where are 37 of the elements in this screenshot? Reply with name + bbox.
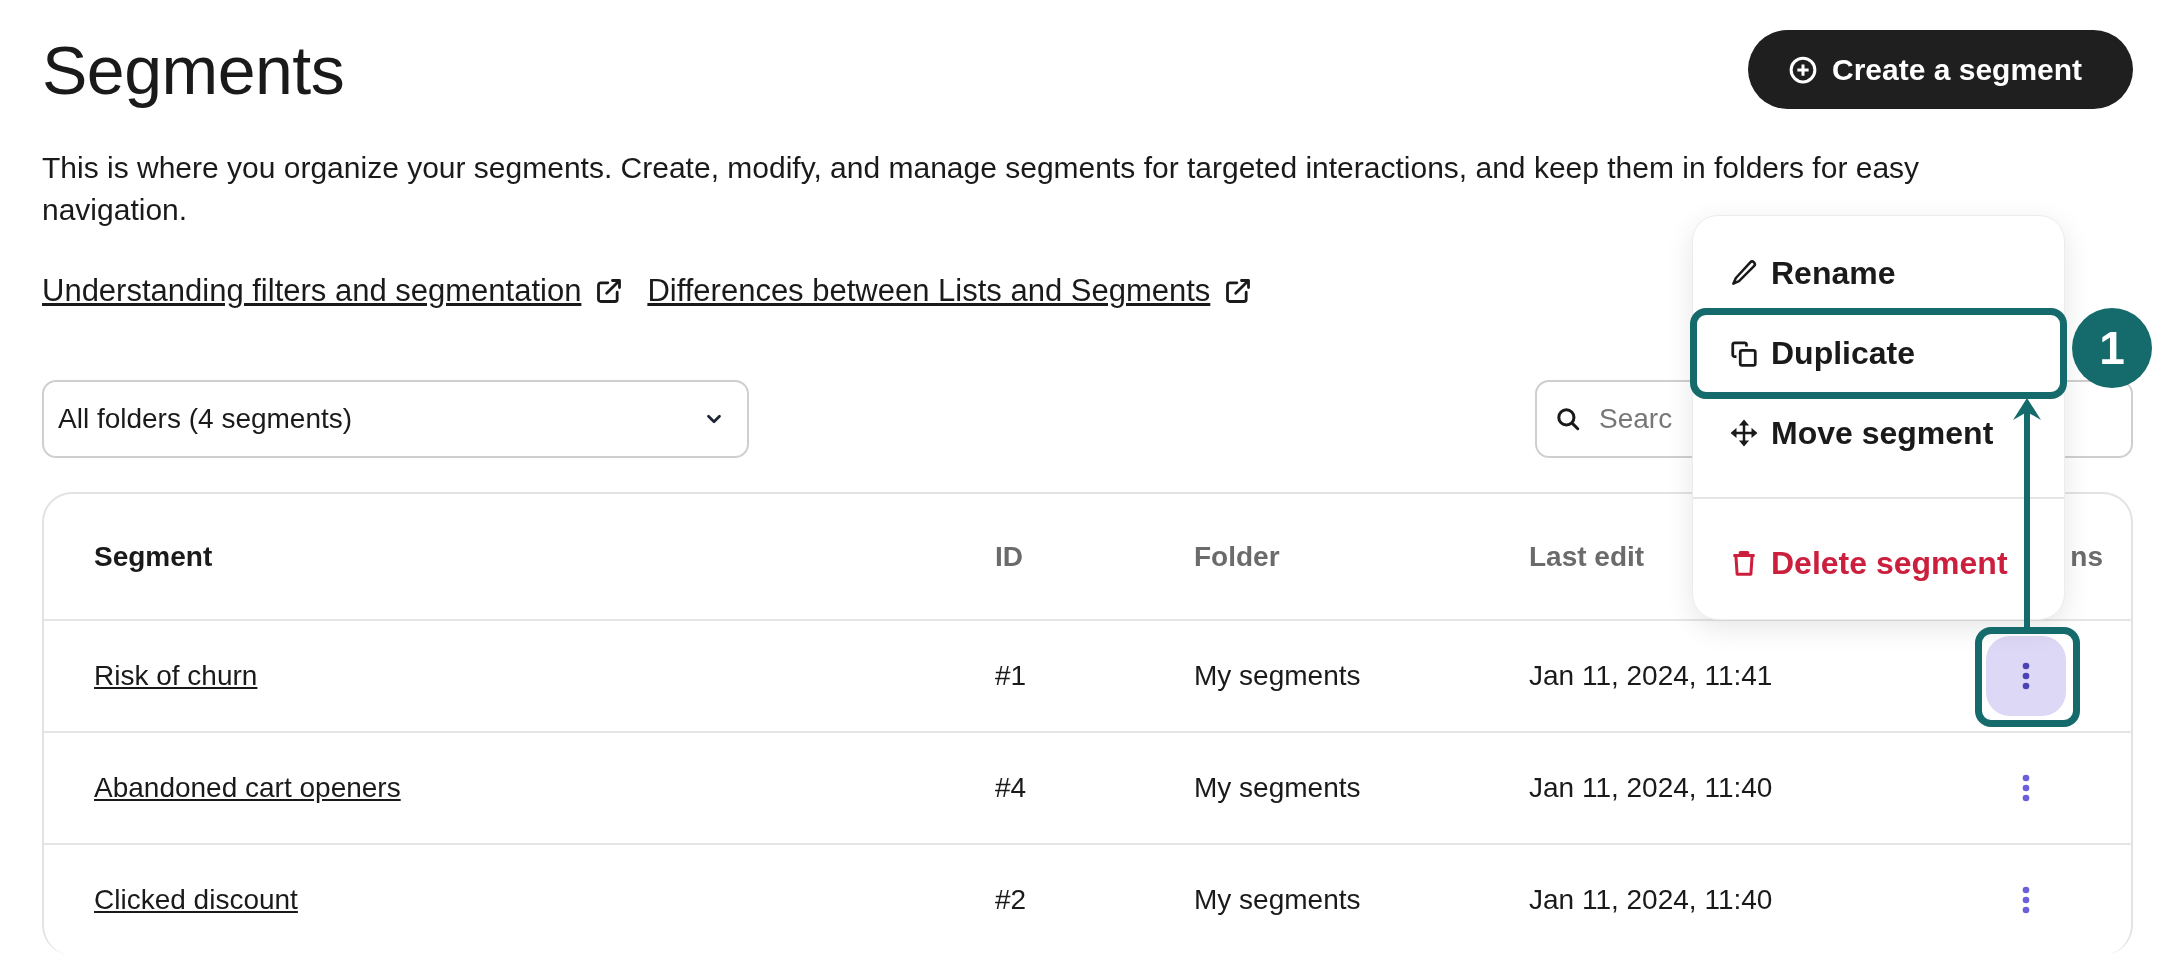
kebab-icon: [2021, 661, 2031, 691]
table-cell-text: My segments: [1194, 772, 1362, 804]
kebab-icon: [2021, 773, 2031, 803]
segment-name-link[interactable]: Abandoned cart openers: [94, 772, 995, 804]
column-header: ns: [2070, 540, 2103, 573]
external-link-icon: [1224, 277, 1253, 305]
table-cell-text: Jan 11, 2024, 11:40: [1529, 772, 1774, 804]
help-link[interactable]: Understanding filters and segmentation: [42, 273, 582, 309]
copy-icon: [1729, 338, 1759, 369]
folder-select[interactable]: All folders (4 segments): [42, 380, 749, 458]
column-header: Segment: [94, 540, 213, 573]
more-actions-button[interactable]: [1986, 636, 2066, 716]
create-segment-button[interactable]: Create a segment: [1748, 30, 2133, 109]
table-cell-text: #1: [995, 660, 1028, 692]
menu-item[interactable]: Delete segment: [1693, 523, 2008, 603]
table-cell-text: #4: [995, 772, 1028, 804]
move-arrows-icon: [1729, 418, 1759, 448]
column-header: ID: [995, 540, 1023, 573]
plus-circle-icon: [1788, 54, 1818, 85]
table-cell-text: Jan 11, 2024, 11:40: [1529, 884, 1774, 916]
table-cell-text: #2: [995, 884, 1028, 916]
help-link[interactable]: Differences between Lists and Segments: [647, 273, 1211, 309]
segment-name-link[interactable]: Clicked discount: [94, 884, 995, 916]
step-badge: 1: [2072, 308, 2152, 388]
column-header: Last edit: [1529, 540, 1645, 573]
menu-item[interactable]: Duplicate: [1690, 308, 2067, 399]
table-cell-text: My segments: [1194, 660, 1362, 692]
pencil-icon: [1729, 258, 1759, 288]
kebab-icon: [2021, 885, 2031, 915]
page-title: Segments: [42, 30, 345, 109]
table-cell-text: Jan 11, 2024, 11:41: [1529, 660, 1774, 692]
page-description: This is where you organize your segments. Create, modify, and manage segments for targeted interactions, and keep them in folders for easy navigation.: [42, 150, 1921, 228]
table-cell-text: My segments: [1194, 884, 1362, 916]
search-icon: [1555, 406, 1581, 432]
column-header: Folder: [1194, 540, 1280, 573]
external-link-icon: [595, 277, 624, 305]
segment-name-link[interactable]: Risk of churn: [94, 660, 995, 692]
